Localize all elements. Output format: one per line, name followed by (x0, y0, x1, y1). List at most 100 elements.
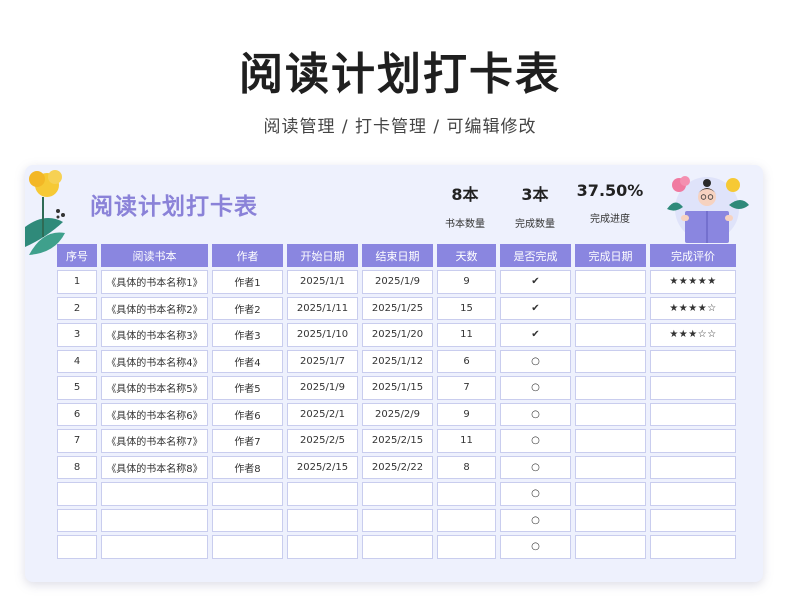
cell-book[interactable]: 《具体的书本名称4》 (101, 349, 208, 373)
cell-start-date[interactable] (287, 535, 358, 559)
cell-author[interactable]: 作者2 (212, 296, 283, 320)
cell-days[interactable]: 8 (437, 455, 496, 479)
cell-start-date[interactable]: 2025/1/10 (287, 323, 358, 347)
cell-rating[interactable]: ★★★★★ (650, 270, 736, 294)
circle-icon[interactable]: ○ (500, 455, 571, 479)
cell-end-date[interactable] (362, 482, 433, 506)
circle-icon[interactable]: ○ (500, 482, 571, 506)
cell-start-date[interactable]: 2025/2/1 (287, 402, 358, 426)
cell-days[interactable]: 9 (437, 402, 496, 426)
cell-rating[interactable] (650, 508, 736, 532)
cell-index[interactable]: 3 (57, 323, 97, 347)
cell-index[interactable]: 5 (57, 376, 97, 400)
cell-days[interactable]: 9 (437, 270, 496, 294)
check-icon[interactable]: ✔ (500, 270, 571, 294)
cell-author[interactable]: 作者7 (212, 429, 283, 453)
cell-rating[interactable]: ★★★★☆ (650, 296, 736, 320)
cell-rating[interactable] (650, 402, 736, 426)
cell-completion-date[interactable] (575, 482, 646, 506)
cell-start-date[interactable]: 2025/2/5 (287, 429, 358, 453)
cell-end-date[interactable]: 2025/1/12 (362, 349, 433, 373)
cell-index[interactable]: 6 (57, 402, 97, 426)
cell-days[interactable] (437, 535, 496, 559)
cell-completion-date[interactable] (575, 535, 646, 559)
cell-book[interactable]: 《具体的书本名称6》 (101, 402, 208, 426)
cell-start-date[interactable]: 2025/2/15 (287, 455, 358, 479)
cell-rating[interactable] (650, 429, 736, 453)
cell-index[interactable]: 8 (57, 455, 97, 479)
cell-rating[interactable] (650, 376, 736, 400)
cell-completion-date[interactable] (575, 296, 646, 320)
circle-icon[interactable]: ○ (500, 402, 571, 426)
cell-rating[interactable] (650, 535, 736, 559)
circle-icon[interactable]: ○ (500, 429, 571, 453)
cell-index[interactable]: 4 (57, 349, 97, 373)
cell-index[interactable]: 1 (57, 270, 97, 294)
cell-index[interactable] (57, 508, 97, 532)
cell-book[interactable] (101, 508, 208, 532)
cell-author[interactable] (212, 482, 283, 506)
cell-start-date[interactable]: 2025/1/11 (287, 296, 358, 320)
cell-days[interactable] (437, 482, 496, 506)
cell-days[interactable]: 6 (437, 349, 496, 373)
cell-index[interactable] (57, 482, 97, 506)
cell-book[interactable] (101, 482, 208, 506)
cell-rating[interactable] (650, 349, 736, 373)
cell-index[interactable] (57, 535, 97, 559)
cell-completion-date[interactable] (575, 376, 646, 400)
cell-book[interactable]: 《具体的书本名称3》 (101, 323, 208, 347)
circle-icon[interactable]: ○ (500, 349, 571, 373)
cell-rating[interactable] (650, 455, 736, 479)
cell-start-date[interactable]: 2025/1/9 (287, 376, 358, 400)
cell-days[interactable]: 11 (437, 323, 496, 347)
cell-end-date[interactable] (362, 508, 433, 532)
cell-author[interactable]: 作者5 (212, 376, 283, 400)
cell-book[interactable]: 《具体的书本名称1》 (101, 270, 208, 294)
cell-index[interactable]: 2 (57, 296, 97, 320)
cell-book[interactable]: 《具体的书本名称7》 (101, 429, 208, 453)
cell-completion-date[interactable] (575, 349, 646, 373)
cell-completion-date[interactable] (575, 402, 646, 426)
cell-completion-date[interactable] (575, 455, 646, 479)
cell-book[interactable]: 《具体的书本名称2》 (101, 296, 208, 320)
cell-days[interactable]: 11 (437, 429, 496, 453)
cell-author[interactable]: 作者8 (212, 455, 283, 479)
cell-book[interactable]: 《具体的书本名称8》 (101, 455, 208, 479)
cell-end-date[interactable]: 2025/2/22 (362, 455, 433, 479)
cell-start-date[interactable]: 2025/1/7 (287, 349, 358, 373)
cell-author[interactable] (212, 535, 283, 559)
cell-index[interactable]: 7 (57, 429, 97, 453)
cell-end-date[interactable]: 2025/1/9 (362, 270, 433, 294)
cell-book[interactable]: 《具体的书本名称5》 (101, 376, 208, 400)
cell-days[interactable] (437, 508, 496, 532)
cell-completion-date[interactable] (575, 429, 646, 453)
cell-author[interactable]: 作者1 (212, 270, 283, 294)
cell-end-date[interactable]: 2025/1/20 (362, 323, 433, 347)
cell-completion-date[interactable] (575, 270, 646, 294)
check-icon[interactable]: ✔ (500, 323, 571, 347)
stat-label: 完成进度 (590, 214, 630, 225)
cell-end-date[interactable]: 2025/2/9 (362, 402, 433, 426)
circle-icon[interactable]: ○ (500, 508, 571, 532)
cell-author[interactable]: 作者6 (212, 402, 283, 426)
cell-end-date[interactable]: 2025/2/15 (362, 429, 433, 453)
cell-rating[interactable]: ★★★☆☆ (650, 323, 736, 347)
cell-rating[interactable] (650, 482, 736, 506)
cell-completion-date[interactable] (575, 508, 646, 532)
cell-book[interactable] (101, 535, 208, 559)
circle-icon[interactable]: ○ (500, 376, 571, 400)
cell-days[interactable]: 15 (437, 296, 496, 320)
cell-end-date[interactable]: 2025/1/25 (362, 296, 433, 320)
cell-author[interactable] (212, 508, 283, 532)
cell-start-date[interactable] (287, 508, 358, 532)
check-icon[interactable]: ✔ (500, 296, 571, 320)
cell-author[interactable]: 作者4 (212, 349, 283, 373)
circle-icon[interactable]: ○ (500, 535, 571, 559)
cell-start-date[interactable]: 2025/1/1 (287, 270, 358, 294)
cell-completion-date[interactable] (575, 323, 646, 347)
cell-end-date[interactable] (362, 535, 433, 559)
cell-days[interactable]: 7 (437, 376, 496, 400)
cell-author[interactable]: 作者3 (212, 323, 283, 347)
cell-end-date[interactable]: 2025/1/15 (362, 376, 433, 400)
cell-start-date[interactable] (287, 482, 358, 506)
